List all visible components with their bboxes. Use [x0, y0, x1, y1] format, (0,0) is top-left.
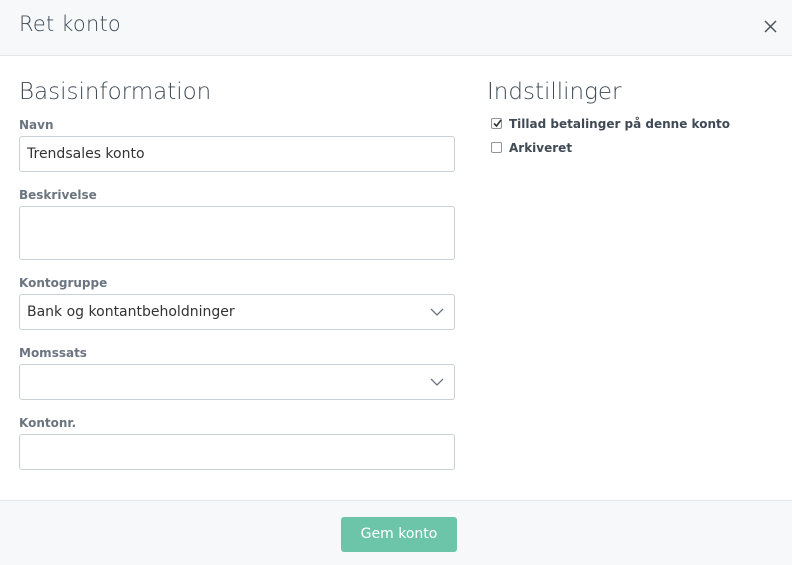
name-input[interactable]: [20, 137, 454, 171]
chevron-down-icon: [430, 378, 444, 386]
close-icon[interactable]: [760, 16, 782, 38]
allow-payments-checkbox[interactable]: [491, 118, 502, 129]
archived-checkbox[interactable]: [491, 142, 502, 153]
vat-label: Momssats: [19, 346, 87, 360]
dialog-footer: Gem konto: [0, 500, 792, 565]
account-no-input[interactable]: [20, 435, 454, 469]
archived-label: Arkiveret: [509, 141, 573, 155]
group-select-value: Bank og kontantbeholdninger: [27, 304, 235, 320]
settings-section-title: Indstillinger: [487, 79, 622, 105]
description-input[interactable]: [20, 207, 454, 259]
checkmark-icon: [493, 119, 502, 128]
account-no-field[interactable]: [19, 434, 455, 470]
group-label: Kontogruppe: [19, 276, 108, 290]
dialog-header: Ret konto: [0, 0, 792, 56]
name-label: Navn: [19, 118, 54, 132]
group-select[interactable]: Bank og kontantbeholdninger: [19, 294, 455, 330]
vat-select[interactable]: [19, 364, 455, 400]
account-no-label: Kontonr.: [19, 416, 77, 430]
edit-account-dialog: Ret konto Basisinformation Navn Beskrive…: [0, 0, 792, 565]
chevron-down-icon: [430, 308, 444, 316]
basis-section-title: Basisinformation: [19, 79, 212, 105]
description-field[interactable]: [19, 206, 455, 260]
save-account-button[interactable]: Gem konto: [341, 517, 457, 552]
allow-payments-label: Tillad betalinger på denne konto: [509, 117, 730, 131]
name-field[interactable]: [19, 136, 455, 172]
description-label: Beskrivelse: [19, 188, 97, 202]
dialog-title: Ret konto: [19, 12, 121, 36]
